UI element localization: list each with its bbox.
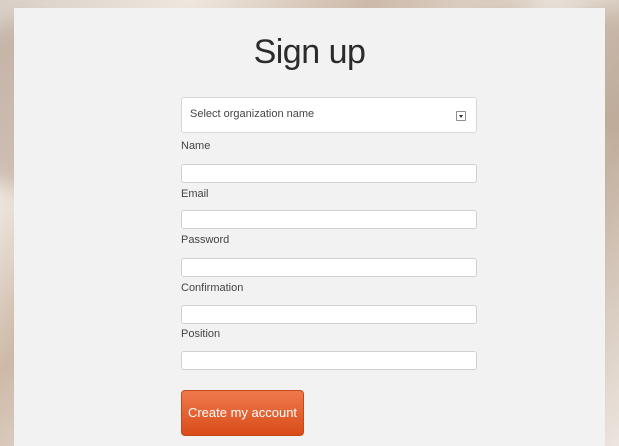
page-title: Sign up (253, 33, 366, 71)
organization-select[interactable]: Select organization name (181, 97, 477, 133)
signup-panel: Sign up Select organization name Name Em… (14, 8, 605, 446)
confirmation-field[interactable] (181, 305, 477, 324)
email-label: Email (181, 188, 209, 200)
position-field[interactable] (181, 351, 477, 370)
confirmation-label: Confirmation (181, 282, 244, 294)
create-account-button[interactable]: Create my account (181, 390, 304, 436)
password-field[interactable] (181, 258, 477, 277)
dropdown-arrow-icon[interactable] (456, 111, 466, 121)
email-field[interactable] (181, 210, 477, 229)
password-label: Password (181, 234, 230, 246)
position-label: Position (181, 328, 221, 340)
name-field[interactable] (181, 164, 477, 183)
organization-select-value: Select organization name (190, 108, 315, 120)
name-label: Name (181, 140, 211, 152)
